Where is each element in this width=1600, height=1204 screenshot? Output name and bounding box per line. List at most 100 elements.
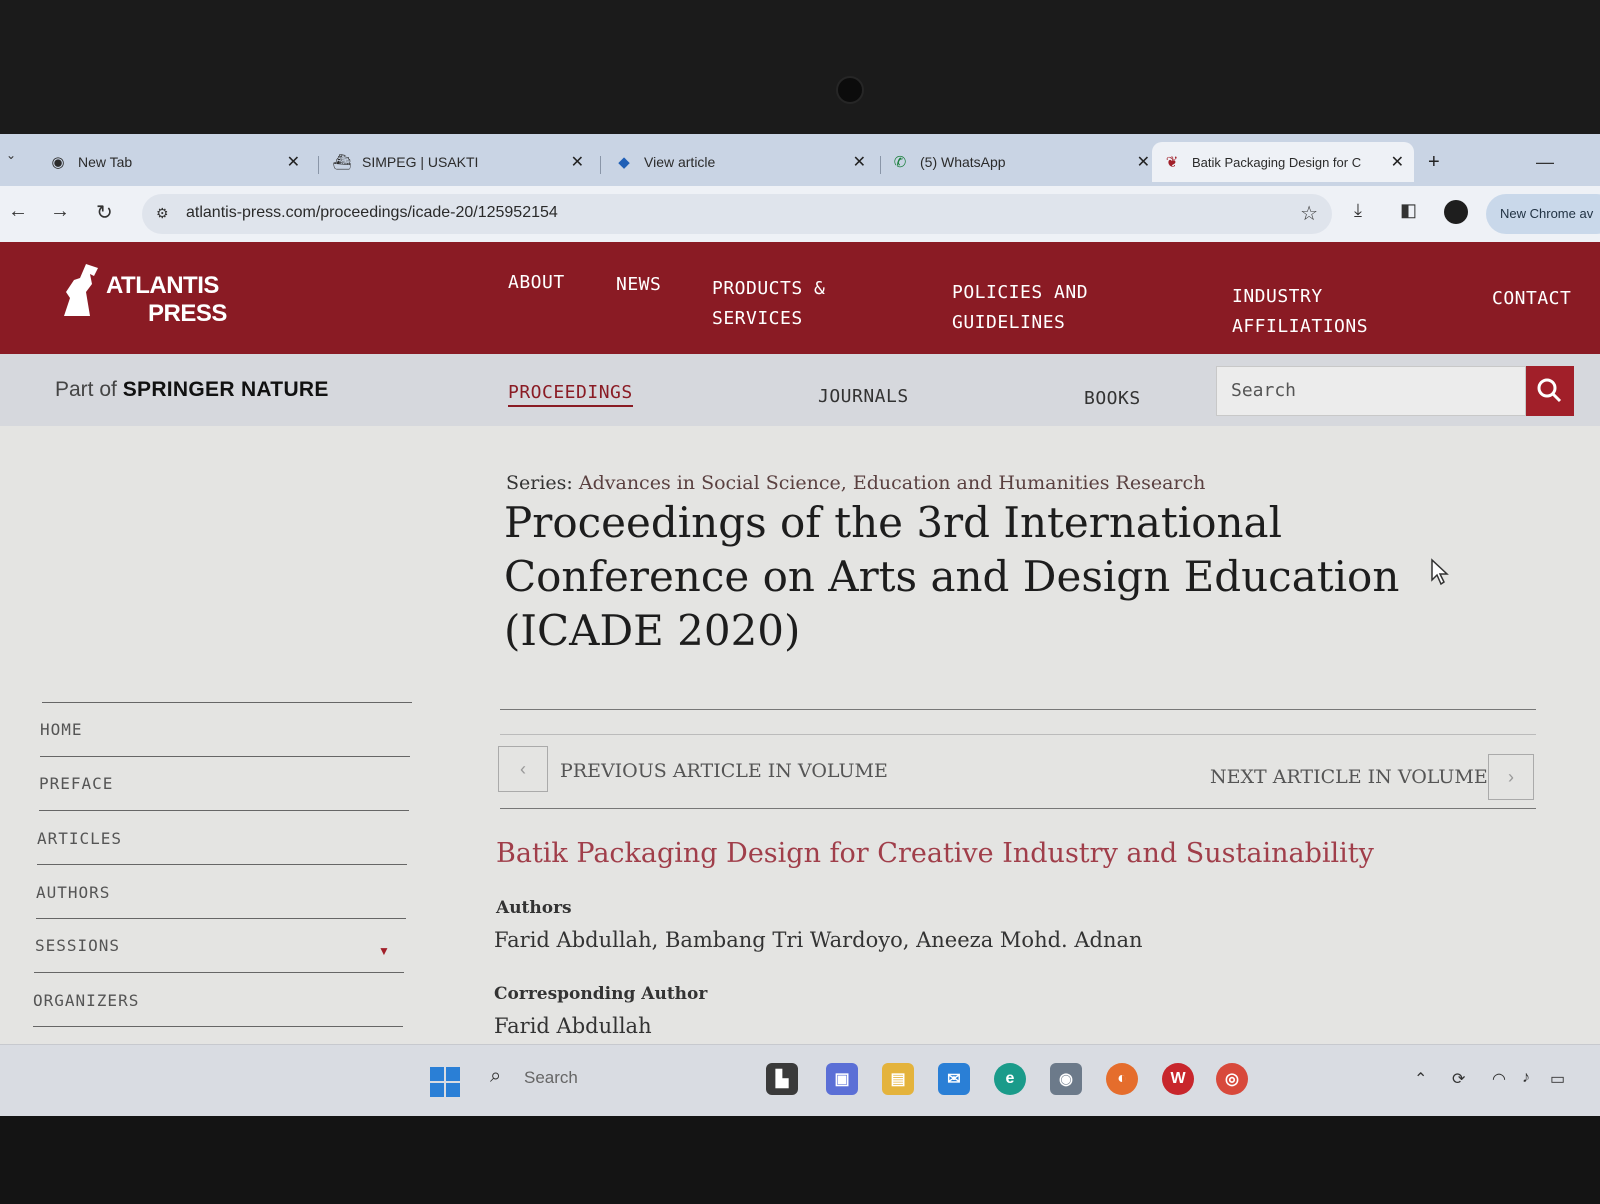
tab-search-chevron-icon[interactable]: ⌄	[6, 148, 28, 170]
next-article-label[interactable]: NEXT ARTICLE IN VOLUME	[1210, 766, 1488, 788]
sidebar-item-authors[interactable]: AUTHORS	[36, 883, 110, 902]
sidebar-item-sessions[interactable]: SESSIONS	[35, 936, 120, 955]
nav-news[interactable]: NEWS	[616, 270, 661, 300]
volume-icon[interactable]: ♪	[1522, 1069, 1530, 1087]
site-search-input[interactable]: Search	[1216, 366, 1526, 416]
chrome-taskbar-icon[interactable]: ◎	[1216, 1063, 1248, 1095]
tab-active-batik[interactable]: ❦ Batik Packaging Design for C ✕	[1152, 142, 1414, 182]
sidebar-item-preface[interactable]: PREFACE	[39, 774, 113, 793]
close-icon[interactable]: ✕	[1391, 152, 1404, 172]
sync-icon[interactable]: ⟳	[1452, 1069, 1465, 1089]
new-chrome-available-button[interactable]: New Chrome av	[1486, 194, 1600, 234]
reload-icon[interactable]: ↻	[96, 200, 113, 225]
windows-start-icon[interactable]	[430, 1067, 460, 1097]
corresponding-author-label: Corresponding Author	[494, 984, 708, 1004]
article-title: Batik Packaging Design for Creative Indu…	[496, 838, 1374, 869]
url-text[interactable]: atlantis-press.com/proceedings/icade-20/…	[186, 204, 558, 222]
webcam	[836, 76, 864, 104]
tab-separator	[318, 156, 319, 174]
tab-view-article[interactable]: ◆ View article ✕	[614, 142, 876, 182]
file-explorer-icon[interactable]: ▤	[882, 1063, 914, 1095]
show-hidden-icons-icon[interactable]: ⌃	[1414, 1069, 1427, 1089]
series-link[interactable]: Advances in Social Science, Education an…	[579, 472, 1205, 494]
teams-chat-icon[interactable]: ▣	[826, 1063, 858, 1095]
caret-down-icon[interactable]: ▼	[378, 944, 390, 958]
bookmark-star-icon[interactable]: ☆	[1300, 201, 1318, 226]
chrome-icon: ◉	[51, 154, 65, 171]
side-panel-icon[interactable]: ◧	[1400, 200, 1417, 221]
subnav-books[interactable]: BOOKS	[1084, 388, 1141, 409]
laptop-bezel-top	[0, 0, 1600, 134]
minimize-icon[interactable]: —	[1536, 152, 1554, 173]
divider	[500, 709, 1536, 710]
download-icon[interactable]: ⤓	[1354, 200, 1362, 221]
sidebar-item-articles[interactable]: ARTICLES	[37, 829, 122, 848]
taskbar-search-box[interactable]: Search	[524, 1068, 578, 1088]
sidebar-item-home[interactable]: HOME	[40, 720, 83, 739]
tab-separator	[880, 156, 881, 174]
site-info-icon[interactable]: ⚙	[156, 205, 169, 222]
sidebar-divider	[34, 972, 404, 973]
laptop-bezel-bottom	[0, 1116, 1600, 1204]
search-icon	[1537, 378, 1562, 403]
subnav-journals[interactable]: JOURNALS	[818, 386, 909, 407]
atlantis-icon: ❦	[1165, 154, 1179, 171]
nav-label: NEWS	[616, 274, 662, 295]
forward-icon[interactable]: →	[50, 200, 70, 223]
atlantis-logo-icon[interactable]	[60, 262, 100, 318]
sidebar-item-organizers[interactable]: ORGANIZERS	[33, 991, 139, 1010]
close-icon[interactable]: ✕	[1137, 152, 1150, 172]
tab-whatsapp[interactable]: ✆ (5) WhatsApp ✕	[890, 142, 1160, 182]
prev-article-button[interactable]: ‹	[498, 746, 548, 792]
sidebar-divider	[36, 918, 406, 919]
mail-icon[interactable]: ✉	[938, 1063, 970, 1095]
springer-nature-logo: SPRINGER NATURE	[122, 378, 329, 401]
subnav-proceedings[interactable]: PROCEEDINGS	[508, 382, 633, 407]
nav-industry-affiliations[interactable]: INDUSTRY AFFILIATIONS	[1232, 282, 1368, 342]
wifi-icon[interactable]: ◠	[1492, 1069, 1506, 1089]
address-bar[interactable]: ⚙ atlantis-press.com/proceedings/icade-2…	[142, 194, 1332, 234]
series-line: Series: Advances in Social Science, Educ…	[506, 472, 1205, 494]
nav-label: SERVICES	[712, 308, 803, 329]
edge-icon[interactable]: e	[994, 1063, 1026, 1095]
sidebar-divider	[40, 756, 410, 757]
task-view-icon[interactable]: ▙	[766, 1063, 798, 1095]
camera-icon[interactable]: ◉	[1050, 1063, 1082, 1095]
nav-label: INDUSTRY	[1232, 286, 1323, 307]
nav-products-services[interactable]: PRODUCTS & SERVICES	[712, 274, 825, 334]
nav-policies-guidelines[interactable]: POLICIES AND GUIDELINES	[952, 278, 1088, 338]
nav-about[interactable]: ABOUT	[508, 268, 565, 298]
sidebar-divider	[37, 864, 407, 865]
tab-new-tab[interactable]: ◉ New Tab ✕	[48, 142, 310, 182]
profile-avatar[interactable]	[1444, 200, 1468, 224]
next-article-button[interactable]: ›	[1488, 754, 1534, 800]
taskbar-search-icon[interactable]: ⌕	[490, 1065, 501, 1088]
tab-title: (5) WhatsApp	[920, 154, 1006, 170]
tab-title: SIMPEG | USAKTI	[362, 154, 479, 170]
back-icon[interactable]: ←	[8, 200, 28, 223]
diamond-icon: ◆	[618, 154, 630, 171]
close-icon[interactable]: ✕	[287, 152, 300, 172]
sidebar-divider	[39, 810, 409, 811]
tab-title: New Tab	[78, 154, 133, 170]
close-icon[interactable]: ✕	[853, 152, 866, 172]
prev-article-label[interactable]: PREVIOUS ARTICLE IN VOLUME	[560, 760, 888, 782]
wps-office-icon[interactable]: W	[1162, 1063, 1194, 1095]
address-row: ← → ↻ ⚙ atlantis-press.com/proceedings/i…	[0, 186, 1600, 242]
nav-label: POLICIES AND	[952, 282, 1089, 303]
new-tab-button[interactable]: +	[1428, 151, 1440, 174]
close-icon[interactable]: ✕	[571, 152, 584, 172]
title-line: Conference on Arts and Design Education	[504, 552, 1400, 601]
tab-simpeg[interactable]: ⛴ SIMPEG | USAKTI ✕	[332, 142, 594, 182]
logo-text-atlantis[interactable]: ATLANTIS	[106, 272, 219, 300]
nav-label: AFFILIATIONS	[1232, 316, 1369, 337]
firefox-icon[interactable]: ◐	[1106, 1063, 1138, 1095]
search-button[interactable]	[1526, 366, 1574, 416]
nav-contact[interactable]: CONTACT	[1492, 284, 1571, 314]
logo-text-press[interactable]: PRESS	[148, 300, 227, 328]
battery-icon[interactable]: ▭	[1550, 1069, 1565, 1089]
whatsapp-icon: ✆	[893, 154, 907, 171]
title-line: Proceedings of the 3rd International	[504, 498, 1283, 547]
tab-separator	[600, 156, 601, 174]
part-of-springer[interactable]: Part of SPRINGER NATURE	[55, 378, 329, 402]
